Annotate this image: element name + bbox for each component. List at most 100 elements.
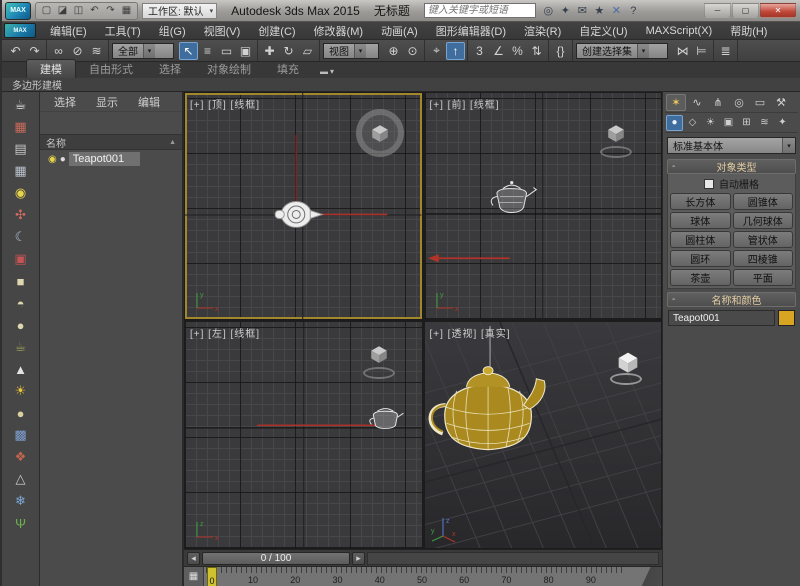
teapot-primitive-icon[interactable]: ☕ xyxy=(6,336,36,358)
unlink-selection-icon[interactable]: ⊘ xyxy=(68,42,87,60)
object-color-swatch[interactable] xyxy=(778,310,795,326)
autogrid-checkbox[interactable] xyxy=(704,178,714,189)
viewport-label[interactable]: [+] [顶] [线框] xyxy=(190,96,260,111)
viewport-label[interactable]: [+] [前] [线框] xyxy=(430,96,500,111)
snowflake-icon[interactable]: ❄ xyxy=(6,490,36,512)
checker-icon[interactable]: ▩ xyxy=(6,424,36,446)
menu-item[interactable]: 工具(T) xyxy=(96,22,150,39)
spreadsheet-icon[interactable]: ▦ xyxy=(6,160,36,182)
use-selection-center-icon[interactable]: ⊙ xyxy=(403,42,422,60)
undo-icon[interactable]: ↶ xyxy=(87,3,102,18)
time-slider-track[interactable] xyxy=(367,551,659,565)
scene-explorer-menu[interactable]: 选择 xyxy=(44,94,86,110)
primitive-button[interactable]: 圆锥体 xyxy=(732,193,793,210)
primitive-button[interactable]: 长方体 xyxy=(670,193,731,210)
menu-item[interactable]: 图形编辑器(D) xyxy=(427,22,515,39)
sign-in-key-icon[interactable]: ✦ xyxy=(557,3,574,19)
align-icon[interactable]: ⊨ xyxy=(692,42,711,60)
new-scene-icon[interactable]: ▢ xyxy=(39,3,54,18)
pyramid-icon[interactable]: △ xyxy=(6,468,36,490)
cat-helpers-icon[interactable]: ⊞ xyxy=(738,115,755,131)
search-input[interactable] xyxy=(423,3,536,18)
layer-manager-icon[interactable]: ≣ xyxy=(716,42,735,60)
cat-shapes-icon[interactable]: ◇ xyxy=(684,115,701,131)
render-preview-icon[interactable]: ▦ xyxy=(6,116,36,138)
name-color-rollout-header[interactable]: - 名称和颜色 xyxy=(667,292,796,307)
primitive-button[interactable]: 平面 xyxy=(732,269,793,286)
menu-item[interactable]: 创建(C) xyxy=(249,22,304,39)
ribbon-tab[interactable]: 对象绘制 xyxy=(194,60,264,78)
maximize-button[interactable]: ▢ xyxy=(732,3,759,18)
primitive-button[interactable]: 四棱锥 xyxy=(732,250,793,267)
max-application-button[interactable]: MAX xyxy=(4,23,36,38)
menu-item[interactable]: 渲染(R) xyxy=(515,22,570,39)
viewcube[interactable] xyxy=(599,119,635,161)
viewport-left[interactable]: [+] [左] [线框] x z xyxy=(185,322,422,548)
close-button[interactable]: ✕ xyxy=(760,3,796,18)
particle-fan-icon[interactable]: ✣ xyxy=(6,204,36,226)
redo-icon[interactable]: ↷ xyxy=(103,3,118,18)
track-bar[interactable]: ▦ 0 10 20 30 40 50 60 70 80 90 xyxy=(184,566,662,586)
keyboard-shortcut-override-icon[interactable]: ↑ xyxy=(446,41,465,60)
tab-hierarchy-icon[interactable]: ⋔ xyxy=(708,94,728,111)
polygon-modeling-panel[interactable]: 多边形建模 xyxy=(12,77,62,92)
ribbon-tab[interactable]: 填充 xyxy=(264,60,312,78)
ribbon-config-dropdown[interactable]: ▬ ▾ xyxy=(320,67,334,78)
viewport-top[interactable]: [+] [顶] [线框] x y xyxy=(185,93,422,319)
reference-coordinate-dropdown[interactable]: 视图 ▾ xyxy=(323,42,379,59)
workspace-dropdown[interactable]: 工作区: 默认 ▾ xyxy=(142,2,218,19)
object-name[interactable]: Teapot001 xyxy=(68,152,141,166)
box-primitive-icon[interactable]: ■ xyxy=(6,270,36,292)
angle-snap-icon[interactable]: ∠ xyxy=(489,42,508,60)
help-icon[interactable]: ? xyxy=(625,3,642,19)
teapot-tool-icon[interactable]: ☕ xyxy=(6,94,36,116)
cat-lights-icon[interactable]: ☀ xyxy=(702,115,719,131)
grass-icon[interactable]: Ψ xyxy=(6,512,36,534)
primitive-button[interactable]: 茶壶 xyxy=(670,269,731,286)
time-slider-handle[interactable]: 0 / 100 xyxy=(202,551,350,565)
scene-explorer-menu[interactable]: 编辑 xyxy=(128,94,170,110)
object-type-rollout-header[interactable]: - 对象类型 xyxy=(667,159,796,174)
search-icon[interactable]: ◎ xyxy=(540,3,557,19)
cone-primitive-icon[interactable]: ▲ xyxy=(6,358,36,380)
save-file-icon[interactable]: ◫ xyxy=(71,3,86,18)
use-pivot-point-icon[interactable]: ⊕ xyxy=(384,42,403,60)
name-column-header[interactable]: 名称 ▲ xyxy=(40,134,182,150)
ribbon-tab[interactable]: 自由形式 xyxy=(76,60,146,78)
mirror-icon[interactable]: ⋈ xyxy=(673,42,692,60)
moon-icon[interactable]: ☾ xyxy=(6,226,36,248)
project-folder-icon[interactable]: ▦ xyxy=(119,3,134,18)
primitive-button[interactable]: 几何球体 xyxy=(732,212,793,229)
primitive-button[interactable]: 球体 xyxy=(670,212,731,229)
current-frame-marker[interactable]: 0 xyxy=(207,567,217,586)
viewport-front[interactable]: [+] [前] [线框] x y xyxy=(424,93,661,319)
object-name-field[interactable]: Teapot001 xyxy=(668,310,775,326)
spinner-snap-icon[interactable]: ⇅ xyxy=(527,42,546,60)
menu-item[interactable]: 组(G) xyxy=(150,22,195,39)
communication-center-icon[interactable]: ✉ xyxy=(574,3,591,19)
sun-icon[interactable]: ☀ xyxy=(6,380,36,402)
cat-spacewarps-icon[interactable]: ≋ xyxy=(756,115,773,131)
rectangular-selection-region-icon[interactable]: ▭ xyxy=(217,42,236,60)
undo-icon[interactable]: ↶ xyxy=(6,42,25,60)
sphere-primitive-icon[interactable]: ● xyxy=(6,402,36,424)
tab-utilities-icon[interactable]: ⚒ xyxy=(771,94,791,111)
scene-explorer-menu[interactable]: 显示 xyxy=(86,94,128,110)
ribbon-tab[interactable]: 选择 xyxy=(146,60,194,78)
viewcube[interactable] xyxy=(362,340,398,382)
viewport-perspective[interactable]: [+] [透视] [真实] z x y xyxy=(424,322,661,548)
menu-item[interactable]: 视图(V) xyxy=(195,22,250,39)
snap-toggle-3d-icon[interactable]: 3 xyxy=(470,42,489,60)
minimize-button[interactable]: ─ xyxy=(704,3,731,18)
cat-geometry-icon[interactable]: ● xyxy=(666,114,683,131)
scene-object-row[interactable]: ◉ ● Teapot001 xyxy=(40,150,182,168)
visibility-bulb-icon[interactable]: ◉ xyxy=(48,154,57,165)
open-file-icon[interactable]: ◪ xyxy=(55,3,70,18)
primitive-button[interactable]: 管状体 xyxy=(732,231,793,248)
dome-primitive-icon[interactable]: ◓ xyxy=(6,292,36,314)
tab-create-icon[interactable]: ✶ xyxy=(666,94,686,111)
menu-item[interactable]: 编辑(E) xyxy=(41,22,96,39)
cat-cameras-icon[interactable]: ▣ xyxy=(720,115,737,131)
percent-snap-icon[interactable]: % xyxy=(508,42,527,60)
circle-primitive-icon[interactable]: ● xyxy=(6,314,36,336)
